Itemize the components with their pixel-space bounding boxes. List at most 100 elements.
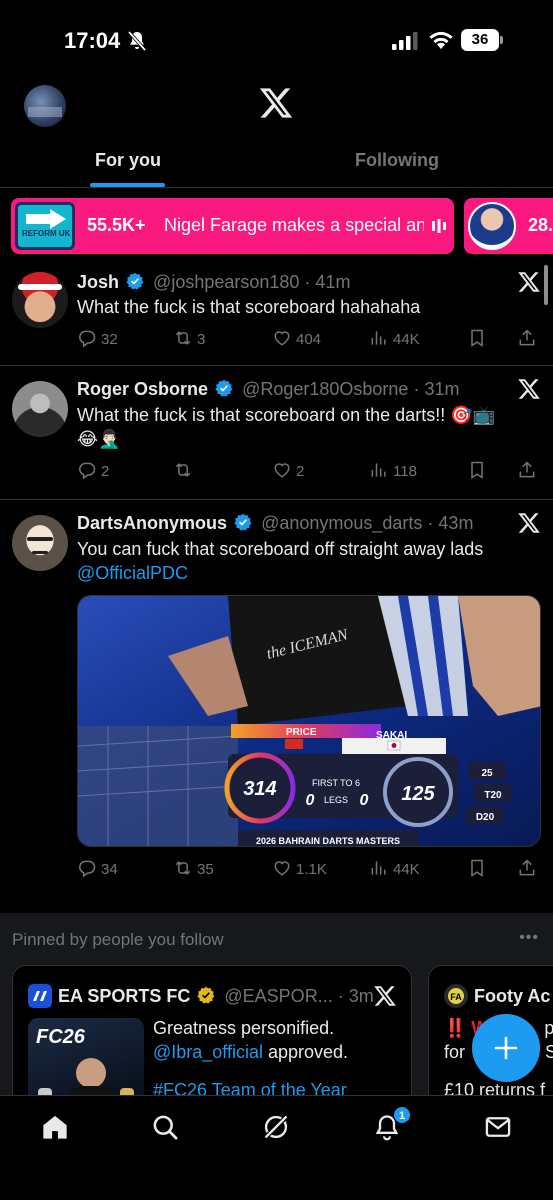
share-button[interactable] (517, 858, 541, 882)
profile-avatar[interactable] (24, 85, 66, 127)
post-text-line: What the fuck is that scoreboard on the … (77, 405, 496, 425)
mention-link[interactable]: @Ibra_official (153, 1042, 263, 1062)
verified-badge-icon (234, 513, 252, 531)
status-time: 17:04 (64, 28, 121, 53)
like-button[interactable]: 2 (272, 460, 304, 484)
tab-following[interactable]: Following (355, 150, 439, 171)
author-name[interactable]: Footy Ac (474, 986, 550, 1007)
author-name[interactable]: EA SPORTS FC (58, 986, 190, 1006)
legs-label: LEGS (324, 795, 348, 805)
status-bar: 17:04 36 (0, 0, 553, 80)
reply-button[interactable]: 32 (77, 328, 118, 352)
heart-icon (274, 331, 290, 346)
repost-button[interactable] (173, 460, 197, 484)
footy-accumulators-avatar[interactable]: FA (444, 984, 468, 1008)
bookmark-button[interactable] (467, 460, 491, 484)
share-icon (519, 859, 535, 876)
reply-button[interactable]: 2 (77, 460, 109, 484)
notification-count-badge: 1 (393, 1106, 411, 1124)
battery-icon: 36 (461, 29, 503, 51)
match-format: FIRST TO 6 (312, 778, 360, 788)
x-logo-icon (518, 272, 540, 292)
live-space-title: Nigel Farage makes a special ann (164, 215, 424, 235)
view-count: 44K (393, 861, 420, 878)
reply-icon (79, 860, 96, 878)
live-listener-count-2: 28. (528, 215, 553, 235)
views-button[interactable]: 44K (369, 858, 420, 882)
reply-icon (79, 462, 96, 480)
author-handle[interactable]: @EASPOR... (224, 986, 332, 1006)
views-button[interactable]: 118 (369, 460, 417, 484)
views-icon (371, 331, 386, 345)
post-text-line-b: pic (544, 1018, 553, 1038)
post-text-line: You can fuck that scoreboard off straigh… (77, 539, 484, 559)
repost-icon (175, 463, 191, 477)
post-text-line-2: 😂🤦🏻‍♂️ (77, 429, 121, 449)
share-button[interactable] (517, 460, 541, 484)
grok-icon[interactable] (262, 1113, 290, 1141)
battery-level: 36 (461, 29, 499, 51)
post-time: 43m (438, 513, 474, 533)
bookmark-button[interactable] (467, 328, 491, 352)
like-button[interactable]: 1.1K (272, 858, 327, 882)
views-icon (371, 861, 386, 875)
bell-off-icon (127, 30, 147, 52)
view-count: 44K (393, 331, 420, 348)
bookmark-button[interactable] (467, 858, 491, 882)
fc26-logo-text: FC26 (36, 1026, 85, 1048)
pinned-post-text: Greatness personified. @Ibra_official ap… (153, 1016, 393, 1102)
svg-text:FA: FA (450, 992, 462, 1002)
verified-gold-badge-icon (197, 986, 215, 1004)
pinned-title: Pinned by people you follow (12, 930, 224, 949)
post[interactable]: Josh @joshpearson180 · 41m What the fuck… (0, 264, 553, 366)
post-actions: 32 3 404 44K (77, 328, 541, 352)
search-icon[interactable] (151, 1113, 179, 1141)
ea-sports-fc-avatar[interactable] (28, 984, 52, 1008)
live-logo-text: REFORM UK (22, 229, 71, 238)
reply-button[interactable]: 34 (77, 858, 118, 882)
author-handle[interactable]: @anonymous_darts (261, 513, 422, 533)
live-space-banner[interactable]: REFORM UK 55.5K+ Nigel Farage makes a sp… (11, 198, 454, 254)
views-icon (371, 463, 386, 477)
repost-button[interactable]: 35 (173, 858, 214, 882)
like-button[interactable]: 404 (272, 328, 321, 352)
mention-link[interactable]: @OfficialPDC (77, 561, 532, 585)
wifi-icon (429, 31, 453, 49)
post-text: What the fuck is that scoreboard hahahah… (77, 297, 421, 317)
bookmark-icon (471, 859, 483, 877)
author-avatar[interactable] (12, 272, 68, 328)
player1-score: 314 (243, 778, 276, 800)
post-header: EA SPORTS FC @EASPOR... · 3m (58, 986, 374, 1006)
repost-icon (175, 331, 191, 345)
author-name[interactable]: Josh (77, 272, 119, 292)
x-logo-icon[interactable] (258, 85, 294, 121)
scrollbar[interactable] (544, 265, 548, 305)
live-space-banner-2[interactable]: 28. (464, 198, 553, 254)
repost-button[interactable]: 3 (173, 328, 205, 352)
messages-icon[interactable] (484, 1113, 512, 1141)
active-tab-indicator (90, 183, 165, 187)
x-logo-icon (374, 986, 396, 1006)
author-avatar[interactable] (12, 515, 68, 571)
post-media-image[interactable]: the ICEMAN PRICE SAKAI 314 125 FIRST TO … (77, 595, 541, 847)
live-listener-count: 55.5K+ (87, 215, 146, 235)
author-name[interactable]: Roger Osborne (77, 379, 208, 399)
share-button[interactable] (517, 328, 541, 352)
post[interactable]: Roger Osborne @Roger180Osborne · 31m Wha… (0, 367, 553, 500)
repost-icon (175, 861, 191, 875)
author-handle[interactable]: @Roger180Osborne (242, 379, 408, 399)
post-time: 3m (348, 986, 374, 1006)
views-button[interactable]: 44K (369, 328, 420, 352)
plus-icon (494, 1036, 518, 1060)
checkout-dart-3: D20 (476, 812, 495, 823)
player1-legs: 0 (306, 792, 315, 809)
author-avatar[interactable] (12, 381, 68, 437)
checkout-dart-1: 25 (481, 768, 493, 779)
author-handle[interactable]: @joshpearson180 (153, 272, 299, 292)
compose-post-button[interactable] (472, 1014, 540, 1082)
author-name[interactable]: DartsAnonymous (77, 513, 227, 533)
home-icon[interactable] (41, 1113, 69, 1141)
tab-for-you[interactable]: For you (95, 150, 161, 171)
more-options-icon[interactable]: ••• (519, 929, 539, 947)
repost-count: 3 (197, 331, 206, 348)
